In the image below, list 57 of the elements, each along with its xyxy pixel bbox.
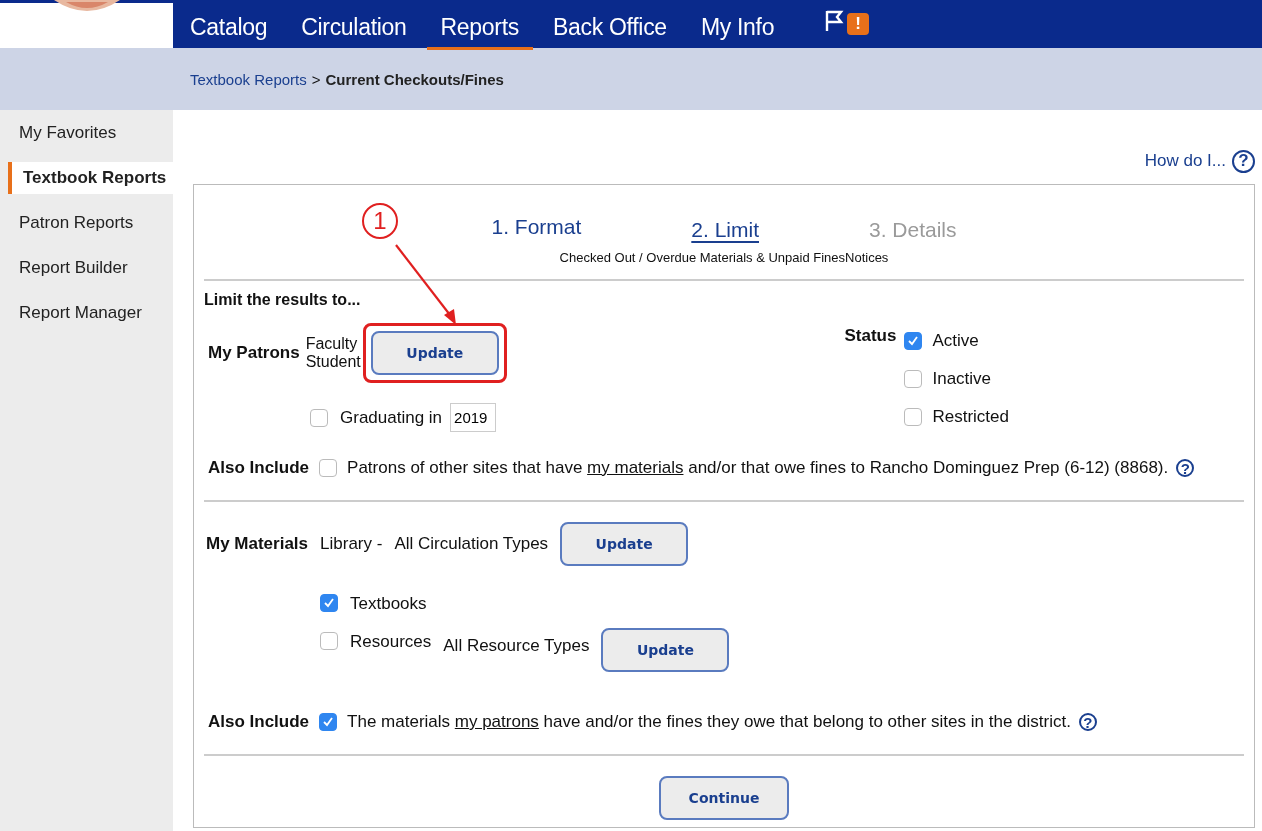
field-label: My Materials [206,534,309,554]
help-icon[interactable]: ? [1176,459,1195,477]
checkbox[interactable] [310,408,328,427]
option-description: The materials my patrons have and/or the fines they owe that belong to other sites in the district. [347,712,1071,732]
nav-tab[interactable]: Circulation [301,5,407,50]
help-link[interactable]: How do I... [1144,151,1226,171]
nav-tab[interactable]: My Info [700,5,775,50]
checkbox-label: Graduating in [340,407,443,428]
breadcrumb-link[interactable]: Textbook Reports [190,70,307,88]
checkbox[interactable] [320,632,338,650]
checkbox-label: Resources [350,632,432,652]
resource-types: All Resource Types [443,636,590,656]
sidebar-item[interactable]: Textbook Reports [8,162,173,194]
checkbox[interactable] [904,370,923,388]
update-button[interactable]: Update [560,522,689,566]
wizard-step[interactable]: 1. Format [491,215,582,242]
library-label: Library - [320,534,383,554]
checkbox[interactable] [904,408,923,426]
field-label: My Patrons [208,343,300,363]
checkbox[interactable] [904,332,923,350]
year-input[interactable]: 2019 [450,403,497,432]
nav-tab[interactable]: Catalog [190,5,268,50]
sidebar-item[interactable]: Patron Reports [0,200,173,245]
breadcrumb-separator: > [311,70,321,88]
checkbox-label: Active [932,331,979,351]
checkbox[interactable] [320,594,338,612]
checkbox[interactable] [319,713,338,731]
patron-type: Student [305,353,361,371]
field-label: Also Include [208,712,310,732]
checkbox-label: Inactive [932,369,992,389]
nav-tab[interactable]: Back Office [553,5,667,50]
checkbox-label: Restricted [932,407,1009,427]
report-subtitle: Checked Out / Overdue Materials & Unpaid FinesNotices [558,250,890,265]
section-heading: Limit the results to... [204,291,362,309]
help-icon[interactable]: ? [1232,149,1255,173]
breadcrumb-current: Current Checkouts/Fines [325,70,504,88]
patron-type: Faculty [305,335,359,353]
field-label: Status [844,326,897,347]
sidebar-item[interactable]: Report Builder [0,245,173,290]
text-link[interactable]: my patrons [454,712,539,731]
option-description: Patrons of other sites that have my materials and/or that owe fines to Rancho Dominguez Prep (6-12) (8868). [347,458,1169,478]
wizard-step[interactable]: 2. Limit [691,218,759,242]
check-icon [907,335,920,347]
continue-button[interactable]: Continue [659,776,789,820]
update-button[interactable]: Update [370,331,499,375]
text-link[interactable]: my materials [587,458,684,477]
help-icon[interactable]: ? [1078,713,1097,731]
circulation-types: All Circulation Types [394,534,549,554]
sidebar-item[interactable]: Report Manager [0,290,173,335]
field-label: Also Include [208,458,310,478]
checkbox[interactable] [319,459,338,477]
check-icon [323,597,335,609]
annotation-marker: 1 [362,203,398,239]
update-button[interactable]: Update [601,628,730,672]
checkbox-label: Textbooks [350,594,427,614]
sidebar-item[interactable]: My Favorites [0,110,173,155]
check-icon [322,716,335,728]
